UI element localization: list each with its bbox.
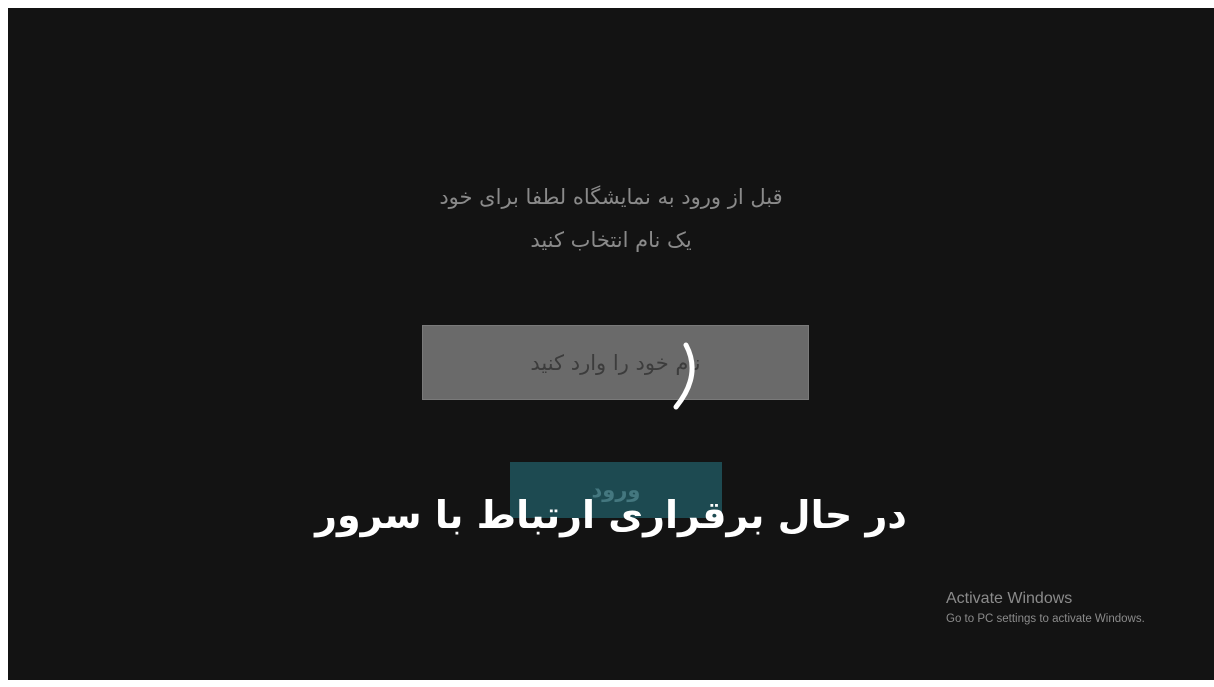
- name-prompt: قبل از ورود به نمایشگاه لطفا برای خود یک…: [8, 176, 1214, 262]
- watermark-subtitle: Go to PC settings to activate Windows.: [946, 613, 1145, 625]
- name-input[interactable]: [422, 325, 809, 400]
- connection-status-text: در حال برقراری ارتباط با سرور: [315, 493, 907, 537]
- watermark-title: Activate Windows: [946, 590, 1073, 607]
- app-screen: قبل از ورود به نمایشگاه لطفا برای خود یک…: [8, 8, 1214, 680]
- prompt-line-2: یک نام انتخاب کنید: [530, 228, 692, 252]
- loading-spinner-icon: [673, 342, 695, 410]
- prompt-line-1: قبل از ورود به نمایشگاه لطفا برای خود: [439, 185, 783, 209]
- activate-windows-watermark: Activate Windows Go to PC settings to ac…: [946, 588, 1145, 628]
